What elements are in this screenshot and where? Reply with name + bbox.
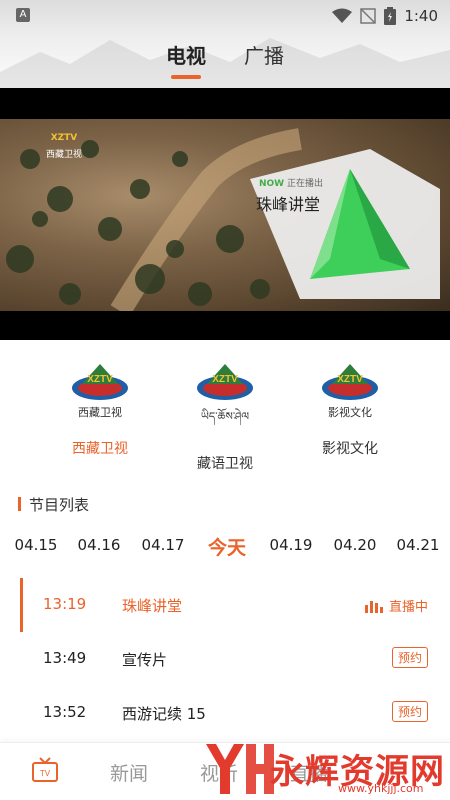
xztv-logo-icon: XZTV (72, 364, 128, 400)
date-item-today[interactable]: 今天 (208, 533, 246, 560)
xztv-logo-icon: XZTV (322, 364, 378, 400)
video-player[interactable]: XZTV 西藏卫视 NOW 正在播出 珠峰讲堂 (0, 88, 450, 340)
program-row-live[interactable]: 13:19 珠峰讲堂 直播中 (0, 578, 450, 632)
program-time: 13:49 (43, 649, 87, 667)
channel-label: 藏语卫视 (197, 456, 253, 472)
program-time: 13:52 (43, 703, 87, 721)
program-time: 13:19 (43, 595, 87, 613)
wifi-icon (332, 8, 353, 23)
channel-xizang[interactable]: XZTV 西藏卫视 西藏卫视 (50, 362, 150, 458)
date-item[interactable]: 04.16 (78, 536, 121, 554)
channel-watermark-text: XZTV (50, 133, 78, 143)
notification-icon: A (16, 8, 30, 22)
channel-logo-sub: 西藏卫视 (78, 406, 122, 419)
status-time: 1:40 (404, 7, 438, 25)
video-frame[interactable]: XZTV 西藏卫视 (0, 119, 450, 311)
status-bar: A 1:40 (0, 0, 450, 32)
program-row[interactable]: 13:49 宣传片 预约 (0, 632, 450, 686)
channel-label: 影视文化 (322, 441, 378, 457)
svg-text:XZTV: XZTV (337, 374, 363, 385)
schedule-title: 节目列表 (18, 494, 89, 514)
now-playing-graphic (250, 149, 440, 299)
channel-watermark-name: 西藏卫视 (45, 150, 82, 160)
top-header: 电视 广播 (0, 32, 450, 88)
channel-yingshi[interactable]: XZTV 影视文化 影视文化 (300, 362, 400, 458)
channel-watermark: XZTV 西藏卫视 (36, 133, 92, 167)
reserve-button[interactable]: 预约 (391, 701, 428, 722)
program-row[interactable]: 13:52 西游记续 15 预约 (0, 686, 450, 740)
now-prefix: NOW (259, 179, 285, 189)
svg-text:XZTV: XZTV (212, 374, 238, 385)
reserve-button[interactable]: 预约 (391, 647, 428, 668)
svg-text:XZTV: XZTV (87, 374, 113, 385)
nav-news[interactable]: 新闻 (110, 759, 148, 786)
channel-list: XZTV 西藏卫视 西藏卫视 XZTV ཡིད་ཆོས་ཤེལ 藏语卫视 XZT… (0, 352, 450, 472)
xztv-logo-icon: XZTV (197, 364, 253, 400)
channel-zangyu[interactable]: XZTV ཡིད་ཆོས་ཤེལ 藏语卫视 (175, 362, 275, 473)
tv-icon-label: TV (40, 769, 51, 778)
date-item[interactable]: 04.19 (270, 536, 313, 554)
date-item[interactable]: 04.21 (397, 536, 440, 554)
now-text: 正在播出 (287, 179, 324, 189)
program-title: 珠峰讲堂 (122, 597, 183, 615)
tab-radio[interactable]: 广播 (244, 40, 284, 79)
date-selector: 04.15 04.16 04.17 今天 04.19 04.20 04.21 (0, 528, 450, 564)
now-playing-title: 珠峰讲堂 (256, 195, 321, 214)
section-accent-bar (18, 497, 21, 511)
status-icons: 1:40 (332, 5, 438, 27)
no-signal-icon (360, 8, 377, 24)
live-indicator (20, 578, 23, 632)
channel-label: 西藏卫视 (72, 441, 128, 457)
channel-logo-sub: 影视文化 (328, 406, 372, 419)
date-item[interactable]: 04.20 (334, 536, 377, 554)
battery-icon (384, 7, 397, 25)
schedule-title-text: 节目列表 (29, 495, 90, 514)
equalizer-icon (364, 600, 383, 613)
tv-icon[interactable]: TV (32, 757, 58, 783)
now-playing-label: NOW 正在播出 (259, 176, 323, 189)
live-status: 直播中 (364, 596, 428, 615)
tab-tv[interactable]: 电视 (166, 40, 206, 79)
watermark-url: www.yhkjjj.com (338, 782, 424, 795)
top-tab-bar: 电视 广播 (0, 40, 450, 79)
channel-logo-sub: ཡིད་ཆོས་ཤེལ (200, 410, 250, 423)
program-title: 宣传片 (122, 651, 168, 669)
date-item[interactable]: 04.15 (15, 536, 58, 554)
date-item[interactable]: 04.17 (142, 536, 185, 554)
live-status-text: 直播中 (388, 600, 428, 615)
program-title: 西游记续 15 (122, 705, 206, 723)
